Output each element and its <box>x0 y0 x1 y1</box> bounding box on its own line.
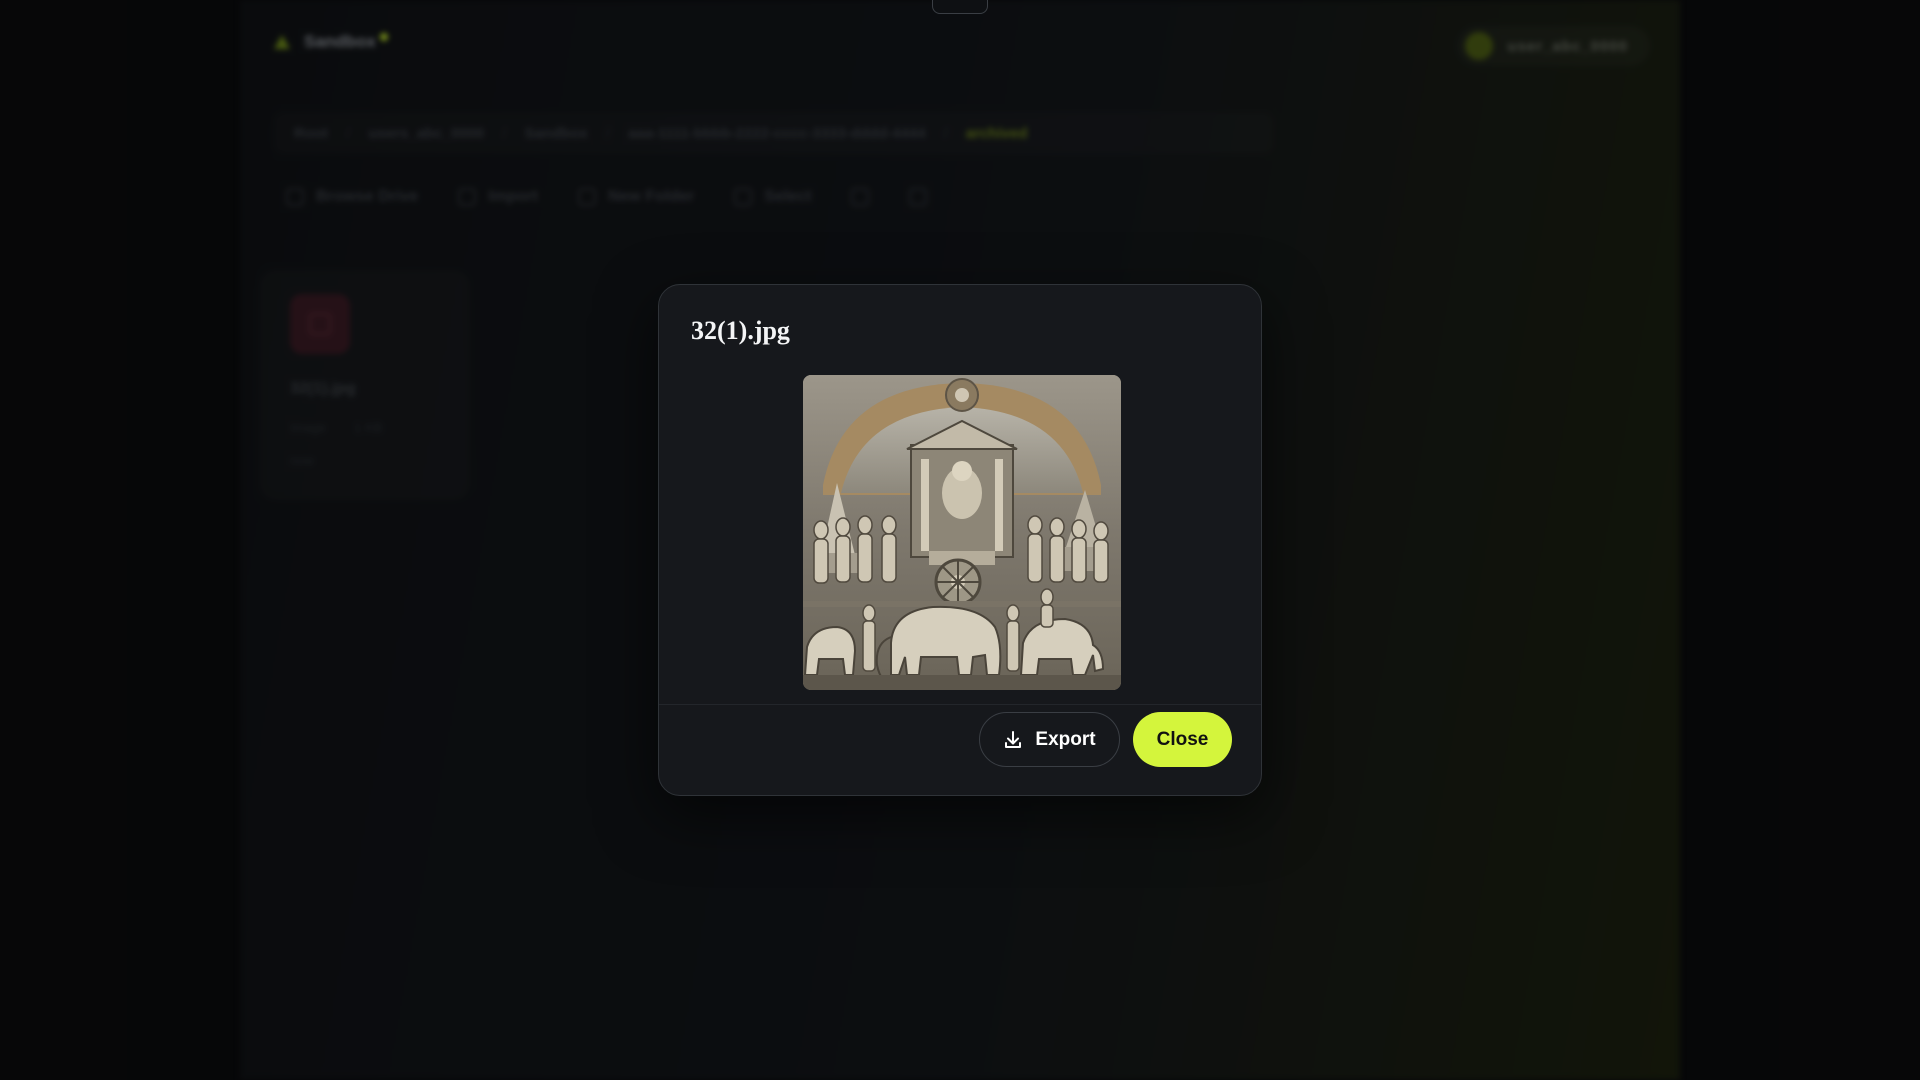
dialog-title: 32(1).jpg <box>691 316 790 345</box>
close-button[interactable]: Close <box>1133 712 1232 767</box>
image-preview-dialog: 32(1).jpg Export Close <box>658 284 1262 796</box>
top-handle[interactable] <box>932 0 988 14</box>
image-preview <box>803 375 1121 690</box>
export-button[interactable]: Export <box>979 712 1120 767</box>
close-label: Close <box>1156 728 1209 750</box>
download-icon <box>1005 730 1022 748</box>
stone-relief-image <box>803 375 1121 690</box>
export-label: Export <box>1035 728 1096 750</box>
dialog-divider <box>659 704 1261 705</box>
